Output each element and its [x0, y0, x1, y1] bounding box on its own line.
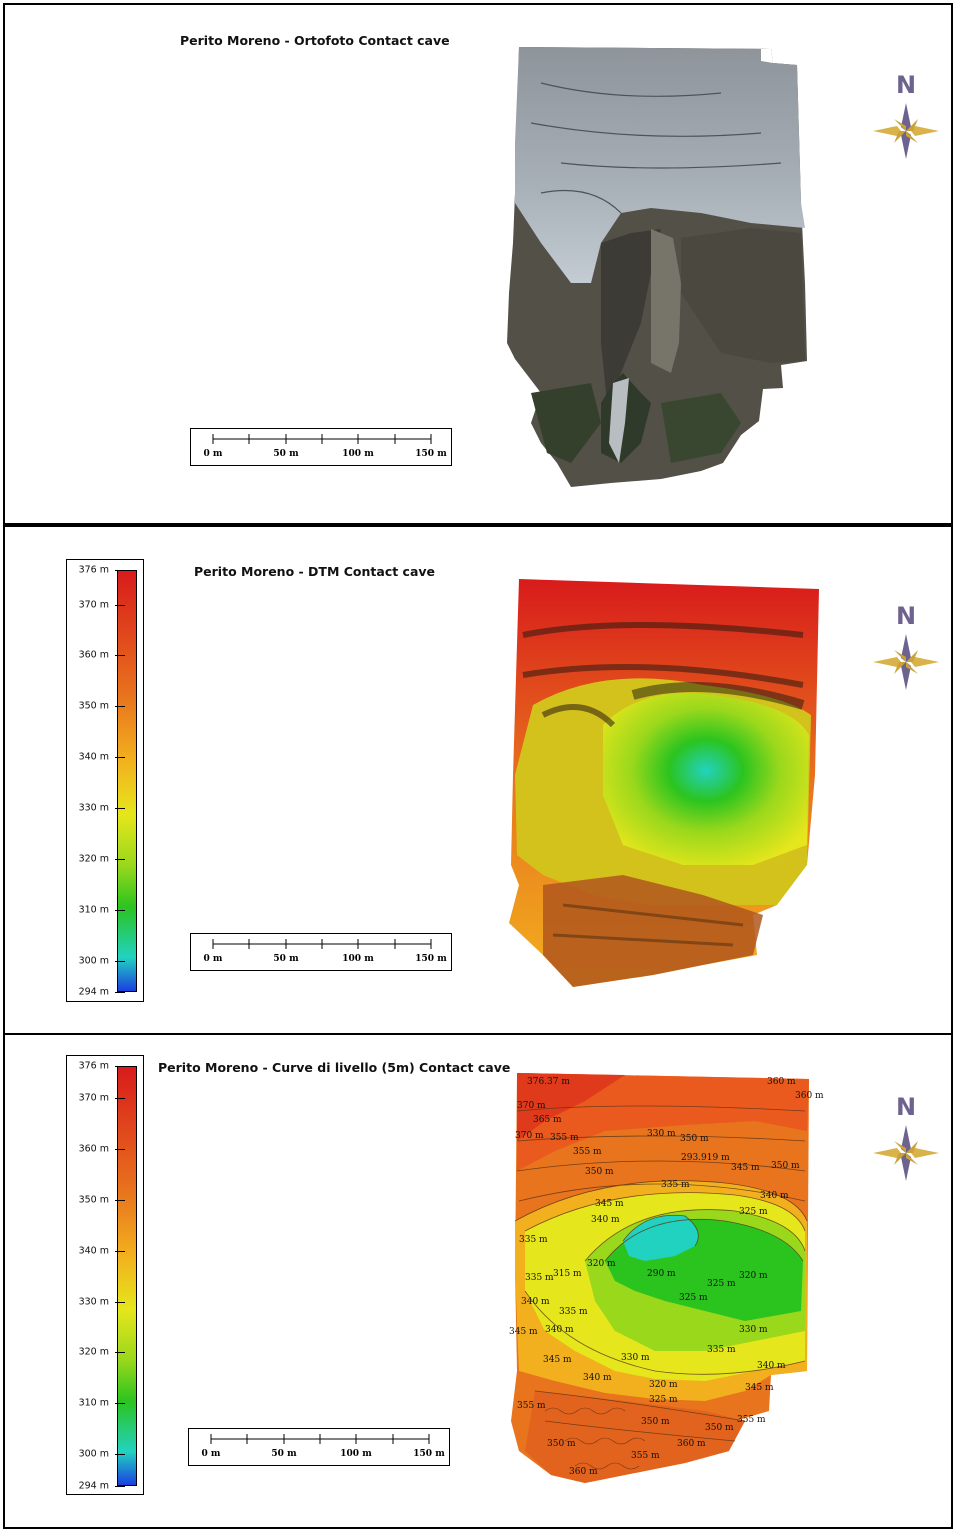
contour-label: 350 m — [705, 1423, 734, 1433]
contour-label: 345 m — [595, 1199, 624, 1209]
compass-rose-icon — [873, 103, 939, 159]
contour-label: 345 m — [509, 1327, 538, 1337]
compass-rose-icon — [873, 634, 939, 690]
contour-label: 355 m — [631, 1451, 660, 1461]
north-arrow: N — [871, 71, 951, 181]
scale-label: 150 m — [415, 449, 447, 459]
contour-label: 370 m — [515, 1131, 544, 1141]
scale-label: 50 m — [273, 954, 299, 964]
panel-orthophoto: Perito Moreno - Ortofoto Contact cave 0 … — [3, 3, 953, 525]
contour-label: 340 m — [757, 1361, 786, 1371]
scale-label: 150 m — [413, 1449, 445, 1459]
contour-label: 340 m — [521, 1297, 550, 1307]
contour-label: 320 m — [649, 1380, 678, 1390]
contour-label: 335 m — [661, 1180, 690, 1190]
contour-label: 335 m — [519, 1235, 548, 1245]
contour-label: 320 m — [587, 1259, 616, 1269]
north-letter: N — [895, 71, 917, 99]
color-ramp — [117, 570, 137, 992]
contour-label: 345 m — [731, 1163, 760, 1173]
contour-label: 335 m — [707, 1345, 736, 1355]
scale-label: 50 m — [273, 449, 299, 459]
contour-label: 365 m — [533, 1115, 562, 1125]
north-letter: N — [895, 602, 917, 630]
contour-label: 290 m — [647, 1269, 676, 1279]
scale-label: 0 m — [203, 954, 223, 964]
north-letter: N — [895, 1093, 917, 1121]
north-arrow: N — [871, 602, 951, 712]
north-arrow: N — [871, 1093, 951, 1203]
contour-label: 335 m — [559, 1307, 588, 1317]
contour-label: 330 m — [739, 1325, 768, 1335]
color-ramp — [117, 1066, 137, 1486]
contour-label: 360 m — [569, 1467, 598, 1477]
contour-label: 376.37 m — [527, 1077, 570, 1087]
contour-label: 350 m — [771, 1161, 800, 1171]
contour-label: 350 m — [641, 1417, 670, 1427]
contour-label: 325 m — [649, 1395, 678, 1405]
scale-label: 50 m — [271, 1449, 297, 1459]
compass-rose-icon — [873, 1125, 939, 1181]
contour-label: 345 m — [543, 1355, 572, 1365]
contour-label: 355 m — [550, 1133, 579, 1143]
scale-label: 100 m — [342, 449, 374, 459]
contour-label: 335 m — [525, 1273, 554, 1283]
contour-label: 325 m — [739, 1207, 768, 1217]
elevation-legend: 376 m 370 m 360 m 350 m 340 m 330 m 320 … — [66, 559, 144, 1002]
scale-label: 150 m — [415, 954, 447, 964]
panel-title: Perito Moreno - Ortofoto Contact cave — [180, 33, 450, 48]
contour-label: 330 m — [647, 1129, 676, 1139]
scale-bar: 0 m 50 m 100 m 150 m — [190, 428, 452, 466]
contour-label: 340 m — [545, 1325, 574, 1335]
contour-label: 350 m — [680, 1134, 709, 1144]
contour-label: 355 m — [573, 1147, 602, 1157]
contour-label: 320 m — [739, 1271, 768, 1281]
contour-label: 315 m — [553, 1269, 582, 1279]
dtm-map — [509, 579, 819, 987]
panel-title: Perito Moreno - Curve di livello (5m) Co… — [158, 1060, 511, 1075]
contour-label: 340 m — [591, 1215, 620, 1225]
contour-label: 325 m — [707, 1279, 736, 1289]
panel-contours: 376 m 370 m 360 m 350 m 340 m 330 m 320 … — [3, 1033, 953, 1529]
contour-label: 360 m — [677, 1439, 706, 1449]
contour-label: 355 m — [517, 1401, 546, 1411]
contour-label: 350 m — [585, 1167, 614, 1177]
scale-label: 0 m — [201, 1449, 221, 1459]
scale-label: 0 m — [203, 449, 223, 459]
scale-label: 100 m — [340, 1449, 372, 1459]
contour-label: 340 m — [583, 1373, 612, 1383]
scale-bar: 0 m 50 m 100 m 150 m — [188, 1428, 450, 1466]
contour-label: 355 m — [737, 1415, 766, 1425]
scale-bar: 0 m 50 m 100 m 150 m — [190, 933, 452, 971]
panel-dtm: 376 m 370 m 360 m 350 m 340 m 330 m 320 … — [3, 525, 953, 1035]
contour-label: 325 m — [679, 1293, 708, 1303]
contour-label: 360 m — [795, 1091, 824, 1101]
contour-label: 293.919 m — [681, 1153, 730, 1163]
contour-label: 360 m — [767, 1077, 796, 1087]
contour-label: 370 m — [517, 1101, 546, 1111]
contour-label: 340 m — [760, 1191, 789, 1201]
scale-label: 100 m — [342, 954, 374, 964]
elevation-legend: 376 m 370 m 360 m 350 m 340 m 330 m 320 … — [66, 1055, 144, 1495]
contour-label: 330 m — [621, 1353, 650, 1363]
contour-label: 345 m — [745, 1383, 774, 1393]
contour-label: 350 m — [547, 1439, 576, 1449]
panel-title: Perito Moreno - DTM Contact cave — [194, 564, 436, 579]
